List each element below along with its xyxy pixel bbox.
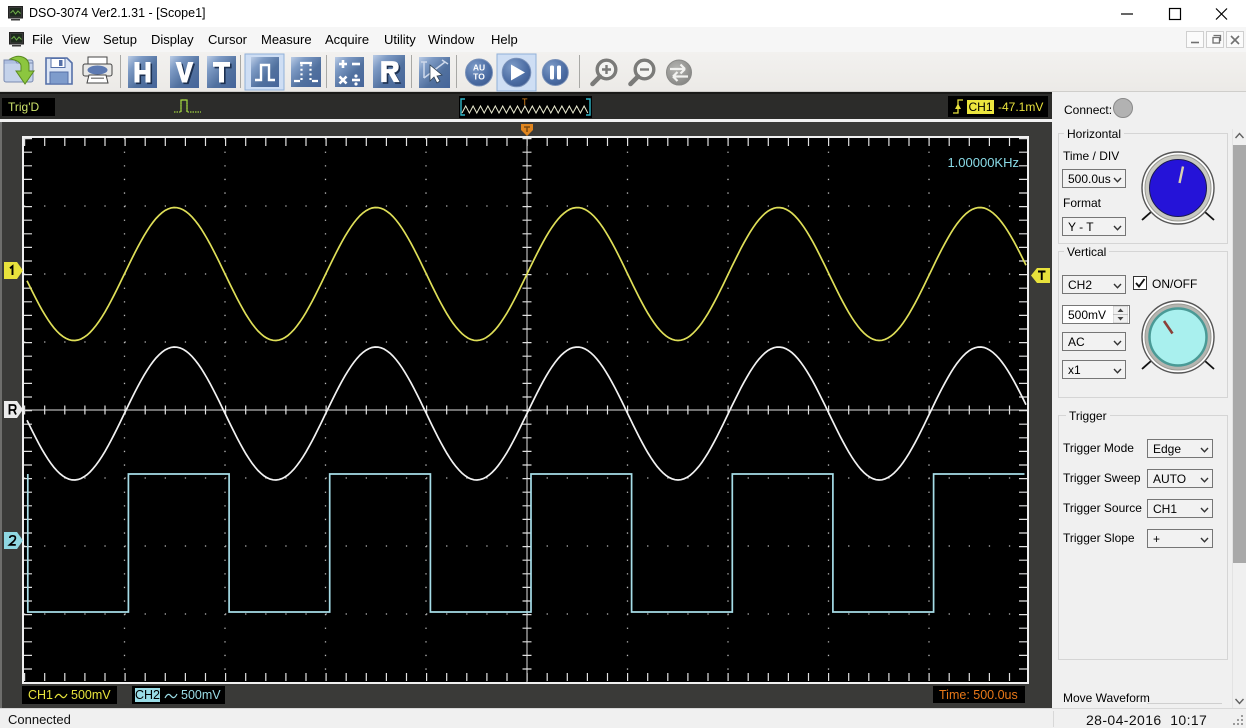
svg-text:1.00000KHz: 1.00000KHz (947, 155, 1019, 170)
svg-text:TO: TO (473, 72, 485, 82)
